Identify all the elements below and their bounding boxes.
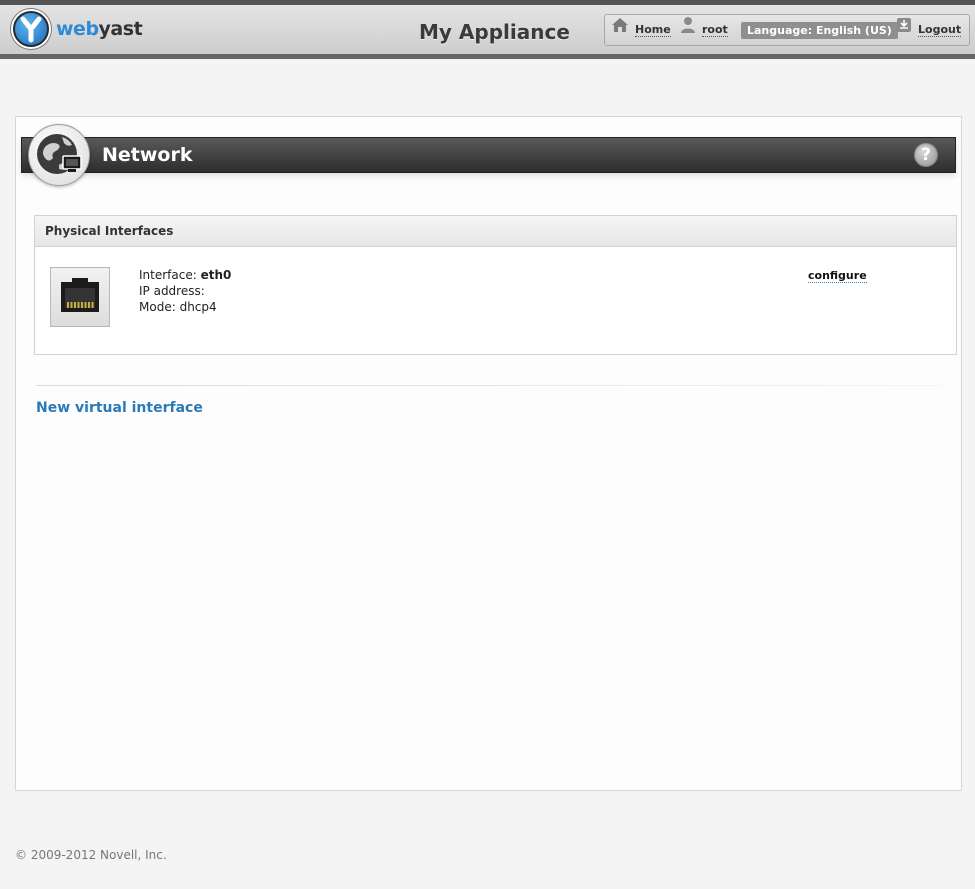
- user-label: root: [702, 23, 728, 37]
- configure-link[interactable]: configure: [808, 269, 867, 283]
- ethernet-port-icon: [50, 267, 110, 327]
- physical-interfaces-section: Physical Interfaces Interface: eth0 IP a…: [34, 215, 957, 355]
- page-titlebar: Network ?: [21, 137, 956, 173]
- new-virtual-interface-link[interactable]: New virtual interface: [36, 400, 203, 416]
- content-panel: Network ? Physical Interfaces Interface:…: [15, 116, 962, 791]
- app-header: webyast My Appliance Home root Language:…: [0, 0, 975, 59]
- page-title: Network: [102, 144, 193, 166]
- webyast-logo-icon: [11, 9, 51, 49]
- ip-address-row: IP address:: [139, 283, 231, 299]
- user-link[interactable]: root: [680, 15, 728, 45]
- mode-value: dhcp4: [179, 300, 217, 314]
- interface-name-value: eth0: [200, 268, 232, 282]
- home-label: Home: [635, 23, 671, 37]
- home-icon: [611, 15, 629, 45]
- mode-row: Mode: dhcp4: [139, 299, 231, 315]
- network-globe-icon: [28, 124, 90, 186]
- logout-icon: [896, 15, 912, 45]
- interface-name-row: Interface: eth0: [139, 267, 231, 283]
- logo-yast-text: yast: [98, 18, 143, 40]
- interface-label: Interface:: [139, 268, 197, 282]
- ip-address-label: IP address:: [139, 284, 205, 298]
- copyright-footer: © 2009-2012 Novell, Inc.: [15, 848, 167, 862]
- user-icon: [680, 15, 696, 45]
- help-button[interactable]: ?: [914, 143, 938, 167]
- language-selector[interactable]: Language: English (US): [741, 22, 898, 39]
- webyast-logo-text: webyast: [56, 18, 143, 40]
- top-navigation: Home root Language: English (US) Logout: [604, 14, 970, 46]
- webyast-logo[interactable]: webyast: [11, 9, 146, 51]
- logout-link[interactable]: Logout: [896, 15, 962, 45]
- logo-web-text: web: [56, 18, 99, 40]
- mode-label: Mode:: [139, 300, 176, 314]
- appliance-title: My Appliance: [419, 20, 570, 44]
- home-link[interactable]: Home: [611, 15, 671, 45]
- interface-details: Interface: eth0 IP address: Mode: dhcp4: [139, 267, 231, 315]
- logout-label: Logout: [918, 23, 962, 37]
- section-divider: [36, 385, 941, 386]
- physical-interfaces-header: Physical Interfaces: [35, 216, 956, 247]
